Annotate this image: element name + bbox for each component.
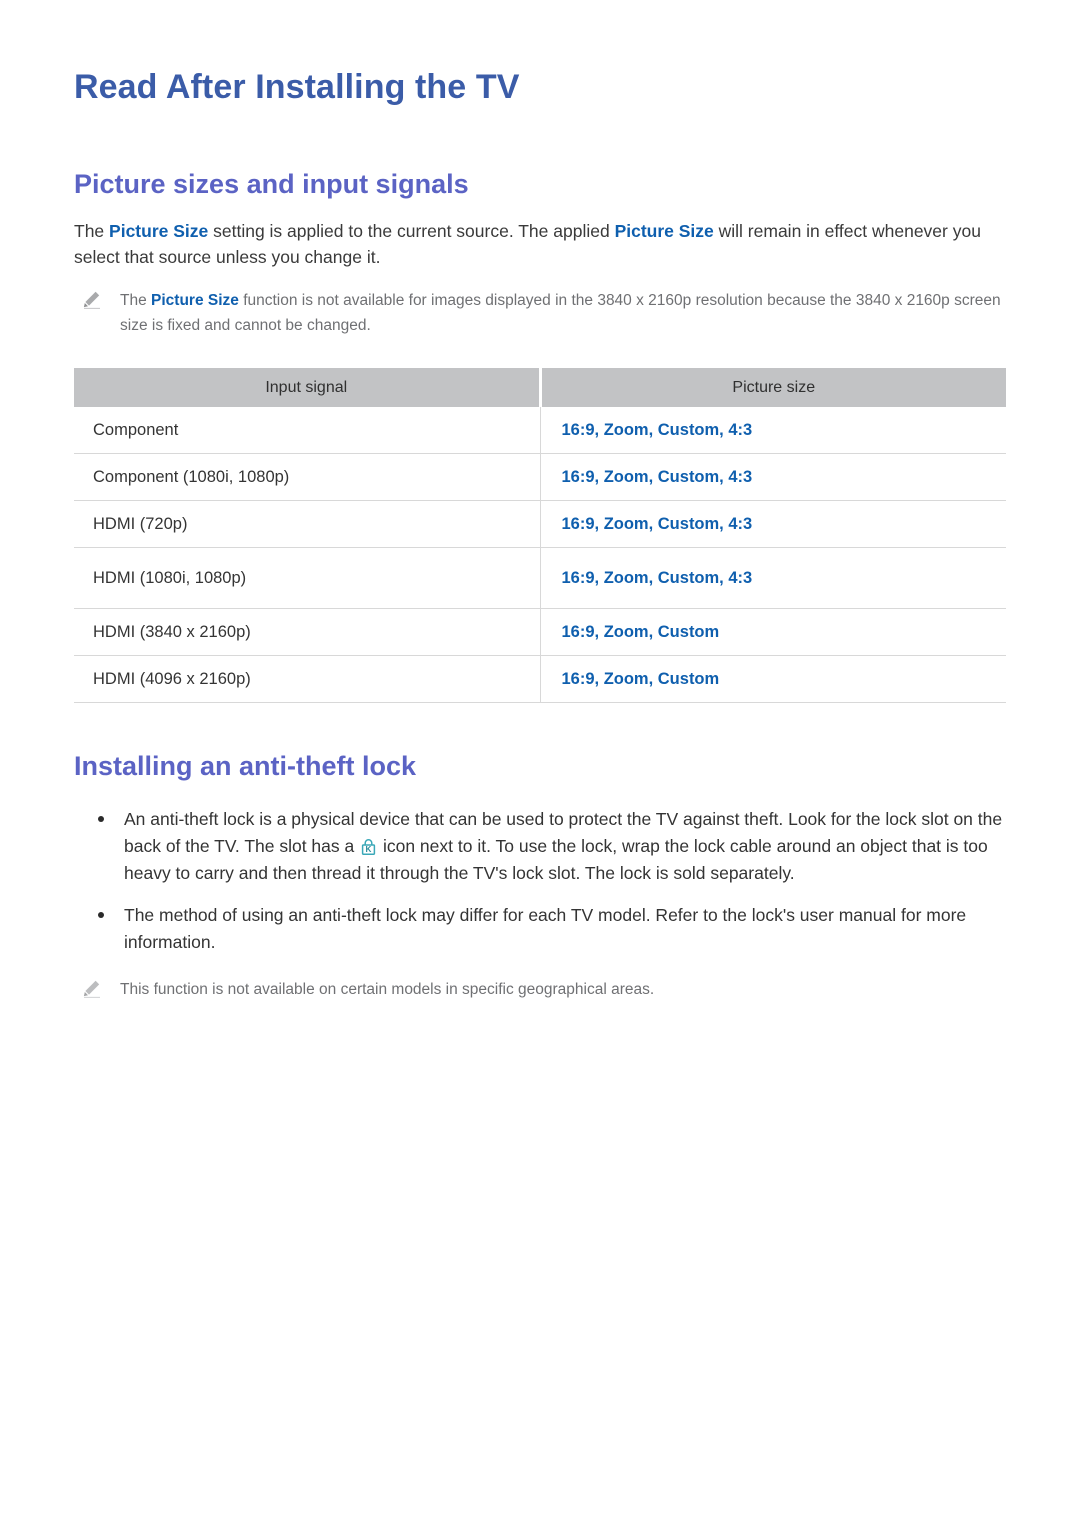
picture-size-value: 16:9, Zoom, Custom, 4:3 [561, 420, 753, 439]
svg-text:K: K [366, 845, 372, 854]
table-row: HDMI (3840 x 2160p) 16:9, Zoom, Custom [74, 608, 1006, 657]
picture-size-value: 16:9, Zoom, Custom, 4:3 [561, 467, 753, 486]
cell-input-signal: HDMI (3840 x 2160p) [74, 608, 540, 657]
cell-picture-size: 16:9, Zoom, Custom [539, 655, 1006, 704]
column-header-input-signal: Input signal [74, 368, 542, 408]
cell-input-signal: Component (1080i, 1080p) [74, 453, 540, 502]
picture-size-link-3[interactable]: Picture Size [151, 292, 239, 309]
page-title: Read After Installing the TV [74, 68, 520, 106]
picture-size-value: 16:9, Zoom, Custom [561, 622, 720, 641]
section-heading-picture-sizes: Picture sizes and input signals [74, 168, 469, 199]
table-row: HDMI (720p) 16:9, Zoom, Custom, 4:3 [74, 500, 1006, 549]
note-geographical-availability: This function is not available on certai… [74, 955, 1006, 1002]
note-text-picture-size: The Picture Size function is not availab… [120, 288, 1006, 338]
cell-input-signal: HDMI (4096 x 2160p) [74, 655, 540, 704]
cell-input-signal: HDMI (720p) [74, 500, 540, 549]
table-head: Input signal Picture size [74, 368, 1006, 408]
picture-size-link-1[interactable]: Picture Size [109, 221, 208, 241]
bullet-dot-icon [98, 912, 104, 919]
picture-size-value: 16:9, Zoom, Custom, 4:3 [561, 568, 753, 587]
list-item: The method of using an anti-theft lock m… [74, 902, 1004, 955]
cell-picture-size: 16:9, Zoom, Custom, 4:3 [539, 453, 1006, 502]
intro-text-part1: The [74, 220, 110, 241]
section-heading-anti-theft-lock: Installing an anti-theft lock [74, 751, 417, 782]
note-part1: The [120, 292, 152, 310]
note-picture-size-unavailable: The Picture Size function is not availab… [74, 271, 1006, 338]
anti-theft-bullet-list: An anti-theft lock is a physical device … [74, 784, 1004, 955]
input-signal-picture-size-table: Input signal Picture size Component 16:9… [74, 368, 1006, 704]
cell-picture-size: 16:9, Zoom, Custom, 4:3 [539, 407, 1006, 455]
pencil-icon [82, 290, 102, 310]
picture-size-value: 16:9, Zoom, Custom, 4:3 [561, 514, 753, 533]
note-text-geographical: This function is not available on certai… [120, 981, 655, 999]
bullet-dot-icon [98, 816, 104, 823]
cell-picture-size: 16:9, Zoom, Custom, 4:3 [539, 500, 1006, 549]
table-row: HDMI (4096 x 2160p) 16:9, Zoom, Custom [74, 655, 1006, 704]
column-header-picture-size: Picture size [540, 368, 1006, 408]
kensington-lock-icon: K [361, 836, 376, 855]
note-part2: function is not available for images dis… [120, 292, 1001, 335]
cell-picture-size: 16:9, Zoom, Custom, 4:3 [539, 547, 1006, 610]
cell-input-signal: HDMI (1080i, 1080p) [74, 547, 540, 610]
bullet-2-text: The method of using an anti-theft lock m… [124, 905, 967, 952]
table-body: Component 16:9, Zoom, Custom, 4:3 Compon… [74, 407, 1006, 704]
picture-size-value: 16:9, Zoom, Custom [561, 669, 720, 688]
picture-size-link-2[interactable]: Picture Size [615, 221, 714, 241]
table-row: HDMI (1080i, 1080p) 16:9, Zoom, Custom, … [74, 547, 1006, 610]
table-row: Component (1080i, 1080p) 16:9, Zoom, Cus… [74, 453, 1006, 502]
document-page: Read After Installing the TV Picture siz… [0, 0, 1080, 1527]
cell-picture-size: 16:9, Zoom, Custom [539, 608, 1006, 657]
pencil-icon [82, 979, 102, 999]
table-row: Component 16:9, Zoom, Custom, 4:3 [74, 407, 1006, 455]
list-item: An anti-theft lock is a physical device … [74, 806, 1004, 886]
cell-input-signal: Component [74, 407, 540, 455]
intro-text-part2: setting is applied to the current source… [208, 220, 615, 241]
picture-size-intro-paragraph: The Picture Size setting is applied to t… [74, 202, 1004, 272]
table-header-row: Input signal Picture size [74, 368, 1006, 408]
